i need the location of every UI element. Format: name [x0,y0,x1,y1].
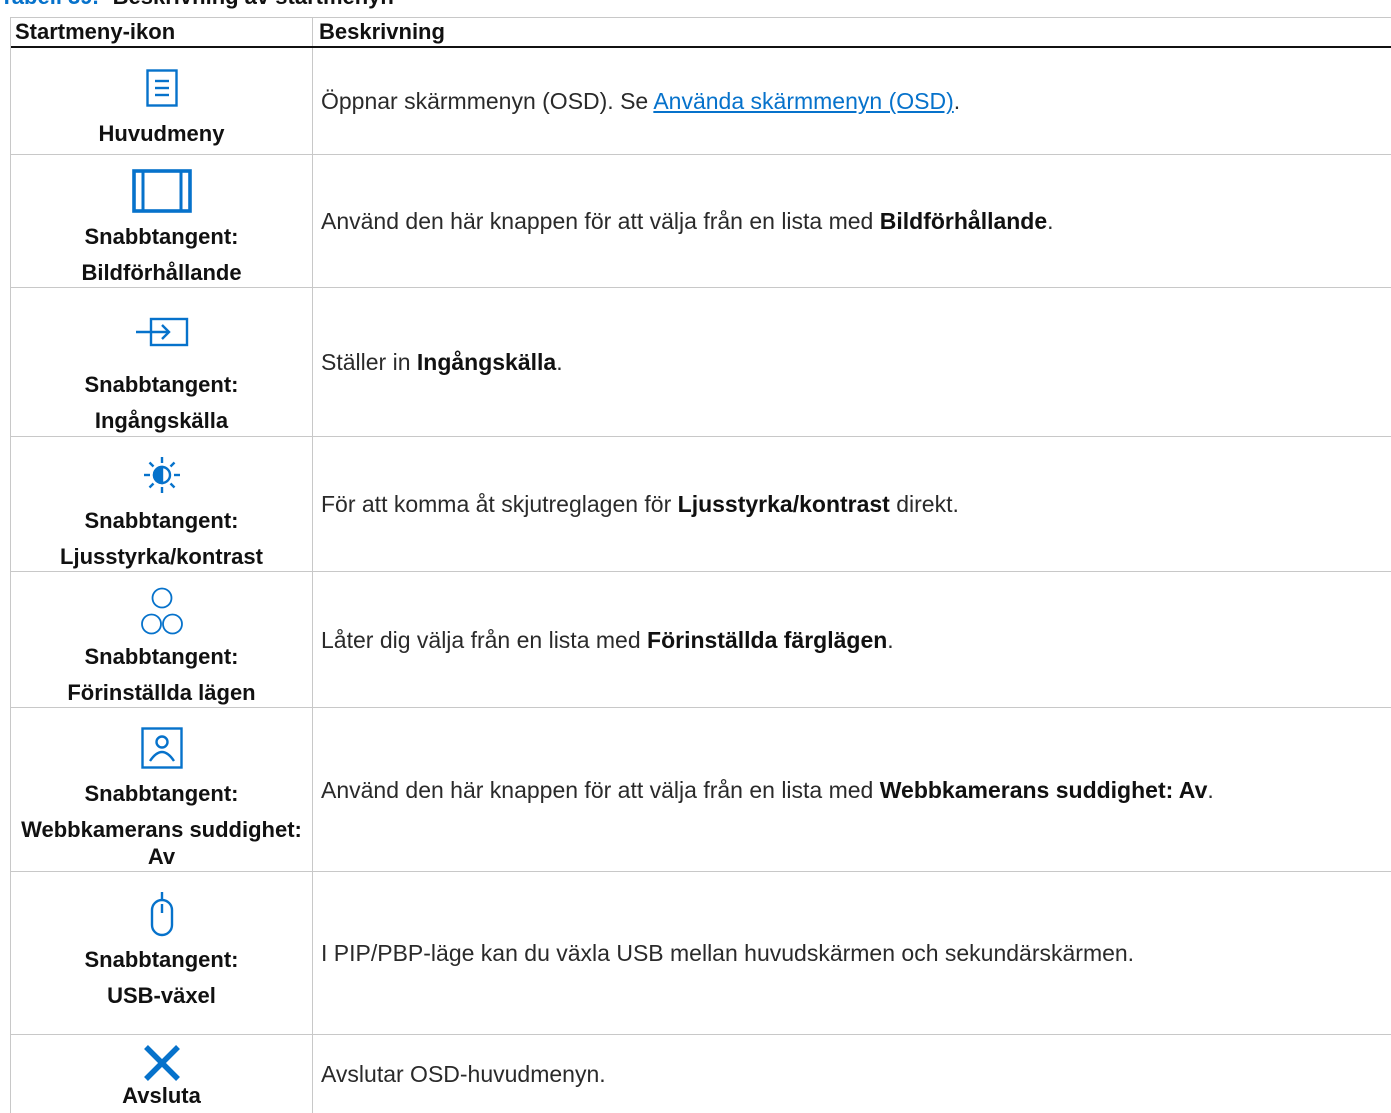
icon-cell: Snabbtangent: Ingångskälla [11,288,313,436]
description-part: För att komma åt skjutreglagen för [321,491,678,517]
description-part: Använd den här knappen för att välja frå… [321,776,880,803]
table-number: Tabell 39. [0,0,99,9]
row-label: Förinställda lägen [67,680,256,705]
icon-cell: Snabbtangent: Förinställda lägen [11,572,313,707]
table-row: Snabbtangent: Förinställda lägen Låter d… [11,572,1391,708]
description-part: . [1047,208,1054,234]
description-text: Använd den här knappen för att välja frå… [321,207,1054,235]
close-icon [143,1044,181,1082]
aspect-ratio-icon [131,165,192,217]
description-text: Låter dig välja från en lista med Förins… [321,626,894,654]
table-row: Snabbtangent: Ingångskälla Ställer in In… [11,288,1391,437]
osd-guide-link[interactable]: Använda skärmmenyn (OSD) [653,88,953,114]
description-text: Avslutar OSD-huvudmenyn. [321,1060,606,1088]
description-part: . [556,349,563,375]
brightness-contrast-icon [139,449,185,501]
icon-cell: Snabbtangent: USB-växel [11,872,313,1034]
row-label: Snabbtangent: [84,508,239,533]
icon-cell: Avsluta [11,1035,313,1113]
table-row: Snabbtangent: USB-växel I PIP/PBP-läge k… [11,872,1391,1035]
description-part: Avslutar OSD-huvudmenyn. [321,1061,606,1087]
description-emphasis: Ljusstyrka/kontrast [677,491,890,517]
description-part: Låter dig välja från en lista med [321,626,648,653]
row-label: Huvudmeny [98,121,225,146]
description-cell: I PIP/PBP-läge kan du växla USB mellan h… [313,872,1391,1034]
row-label: Snabbtangent: [84,947,239,972]
description-cell: Låter dig välja från en lista med Förins… [313,572,1391,707]
description-emphasis: Ingångskälla [416,349,557,375]
description-cell: Avslutar OSD-huvudmenyn. [313,1035,1391,1113]
row-label: Ingångskälla [94,408,229,433]
description-text: I PIP/PBP-läge kan du växla USB mellan h… [321,939,1134,967]
row-label: Ljusstyrka/kontrast [60,544,263,569]
description-emphasis: Webbkamerans suddighet: Av [879,776,1208,803]
table-row: Huvudmeny Öppnar skärmmenyn (OSD). Se An… [11,48,1391,155]
description-part: . [887,626,894,653]
menu-icon [145,62,178,114]
row-label: Snabbtangent: [84,224,239,249]
row-label: Snabbtangent: [84,372,239,397]
description-text: För att komma åt skjutreglagen för Ljuss… [321,490,959,518]
description-part: Ställer in [321,349,417,375]
description-cell: Öppnar skärmmenyn (OSD). Se Använda skär… [313,48,1391,154]
icon-cell: Snabbtangent: Ljusstyrka/kontrast [11,437,313,571]
row-label: Bildförhållande [81,260,242,285]
description-text: Öppnar skärmmenyn (OSD). Se Använda skär… [321,87,960,115]
start-menu-table: Startmeny-ikon Beskrivning Huvudmeny Öpp… [10,17,1391,1113]
webcam-blur-icon [140,722,183,774]
icon-cell: Snabbtangent: Bildförhållande [11,155,313,287]
description-emphasis: Bildförhållande [879,208,1048,234]
mouse-icon [148,888,176,940]
table-row: Avsluta Avslutar OSD-huvudmenyn. [11,1035,1391,1113]
row-label: Webbkamerans suddighet: Av [21,817,302,869]
preset-modes-icon [140,585,184,637]
column-header-icon: Startmeny-ikon [11,18,313,46]
column-header-description: Beskrivning [319,19,445,44]
description-emphasis: Förinställda färglägen [647,626,888,653]
row-label: USB-växel [107,983,216,1008]
icon-cell: Huvudmeny [11,48,313,154]
description-part: Använd den här knappen för att välja frå… [321,208,880,234]
description-cell: Ställer in Ingångskälla. [313,288,1391,436]
table-row: Snabbtangent: Bildförhållande Använd den… [11,155,1391,288]
table-caption: Tabell 39. Beskrivning av startmenyn [0,0,394,9]
table-title: Beskrivning av startmenyn [113,0,394,9]
row-label: Snabbtangent: [84,644,239,669]
description-part: . [1207,776,1214,803]
description-part: Öppnar skärmmenyn (OSD). Se [321,88,654,114]
description-part: direkt. [889,491,959,517]
description-text: Använd den här knappen för att välja frå… [321,776,1214,804]
input-source-icon [135,313,189,365]
table-row: Snabbtangent: Ljusstyrka/kontrast För at… [11,437,1391,572]
description-cell: Använd den här knappen för att välja frå… [313,155,1391,287]
description-part: . [953,88,961,114]
description-part: I PIP/PBP-läge kan du växla USB mellan h… [321,940,1135,966]
row-label: Avsluta [122,1083,201,1108]
row-label: Snabbtangent: [84,781,239,806]
description-cell: För att komma åt skjutreglagen för Ljuss… [313,437,1391,571]
icon-cell: Snabbtangent: Webbkamerans suddighet: Av [11,708,313,871]
table-row: Snabbtangent: Webbkamerans suddighet: Av… [11,708,1391,872]
description-text: Ställer in Ingångskälla. [321,348,563,376]
table-header-row: Startmeny-ikon Beskrivning [11,18,1391,48]
description-cell: Använd den här knappen för att välja frå… [313,708,1391,871]
